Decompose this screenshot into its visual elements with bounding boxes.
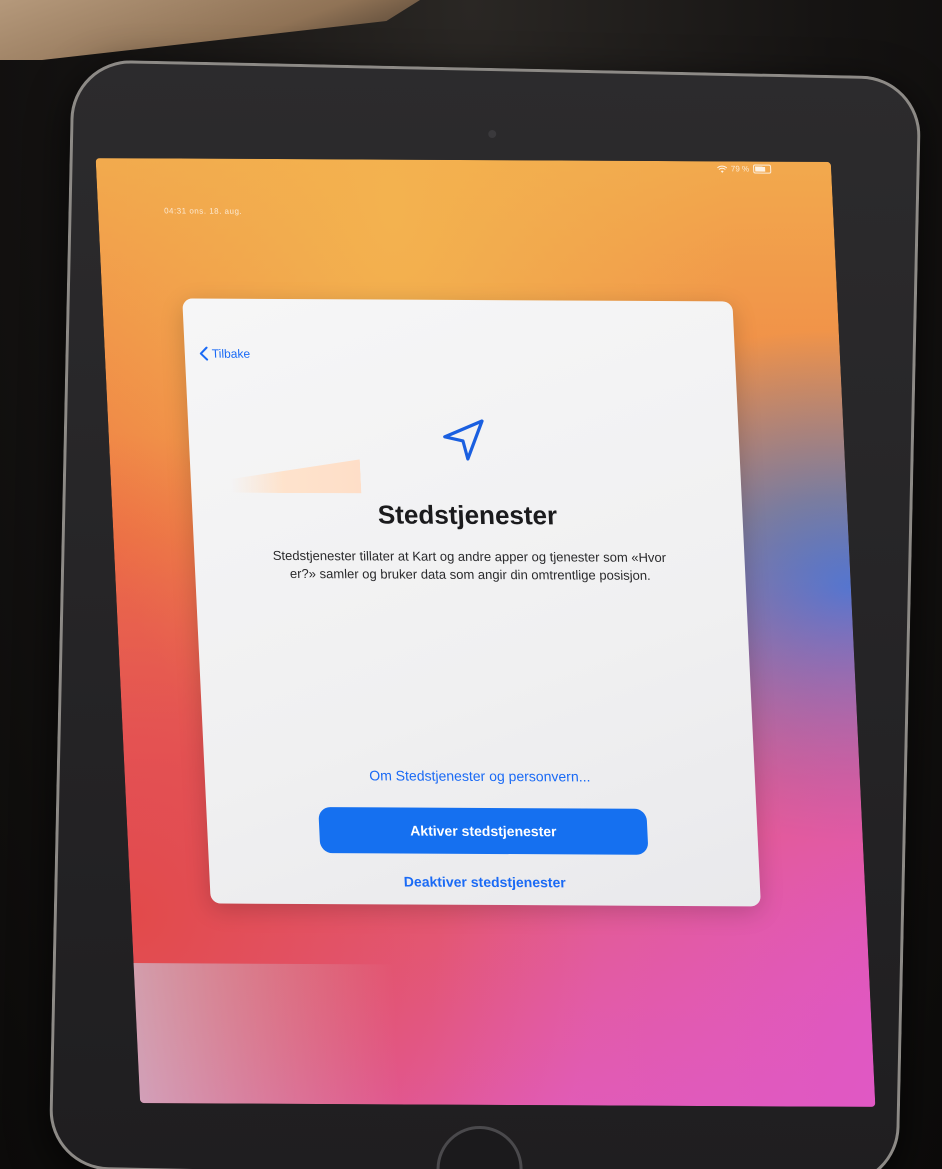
battery-level-fill [755,166,766,172]
home-button[interactable] [435,1125,524,1169]
page-title: Stedstjenester [377,499,558,531]
status-time: 04:31 ons. 18. aug. [163,206,243,216]
enable-location-button[interactable]: Aktiver stedstjenester [318,807,649,855]
battery-percent: 79 % [730,164,750,174]
location-arrow-icon [443,419,484,461]
status-bar: 04:31 ons. 18. aug. 79 % [96,158,834,222]
desk-surface [0,0,420,60]
battery-icon [752,164,772,174]
wifi-icon [716,165,727,173]
location-services-dialog: Tilbake Stedstjenester Stedstjenester ti… [182,298,761,907]
back-label: Tilbake [211,346,251,361]
back-button[interactable]: Tilbake [199,346,251,361]
front-camera [488,129,497,139]
privacy-info-link[interactable]: Om Stedstjenester og personvern... [204,766,755,785]
description-text: Stedstjenester tillater at Kart og andre… [272,547,667,583]
disable-location-button[interactable]: Deaktiver stedstjenester [209,872,760,891]
chevron-left-icon [199,346,209,361]
ipad-screen: 04:31 ons. 18. aug. 79 % Tilbake Stedstj… [95,158,876,1107]
photo-scene: 04:31 ons. 18. aug. 79 % Tilbake Stedstj… [0,0,942,1169]
status-indicators: 79 % [716,164,772,174]
